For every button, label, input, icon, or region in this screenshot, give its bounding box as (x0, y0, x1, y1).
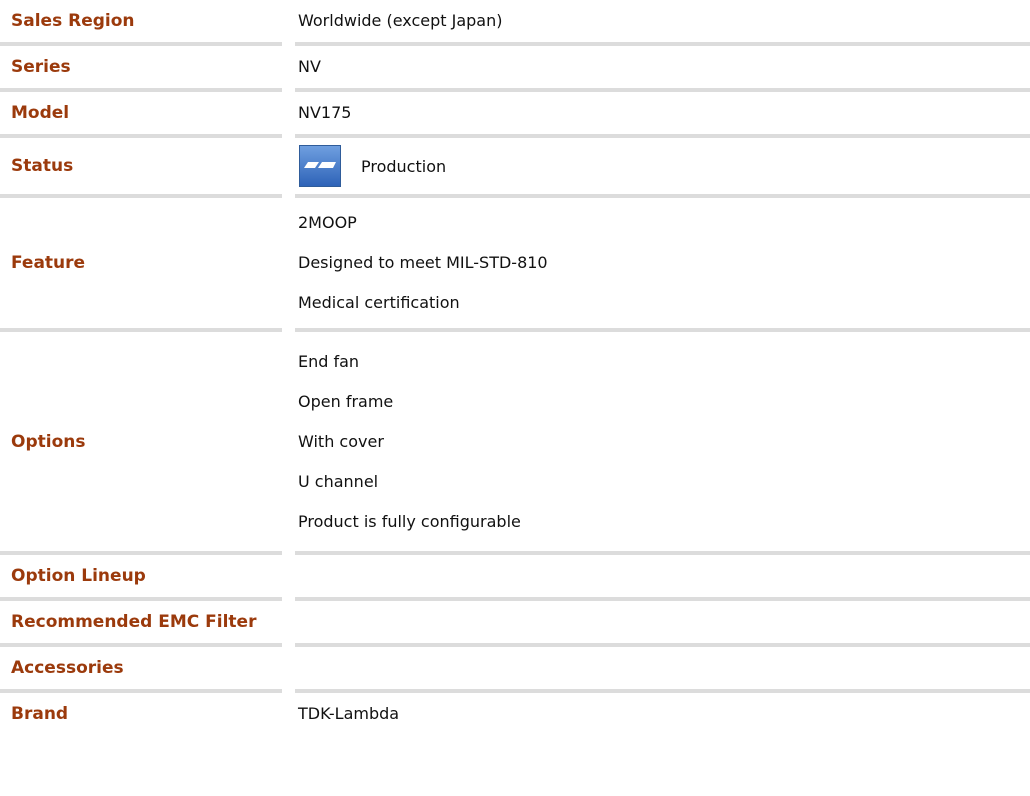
sales-region-label: Sales Region (11, 11, 135, 31)
option-item: End fan (298, 351, 360, 371)
row-option-lineup: Option Lineup (0, 555, 1030, 597)
status-text: Production (361, 156, 447, 176)
option-item: U channel (298, 471, 379, 491)
row-status: Status Production (0, 138, 1030, 194)
row-brand: Brand TDK-Lambda (0, 693, 1030, 735)
option-item: Open frame (298, 391, 394, 411)
row-feature: Feature 2MOOP Designed to meet MIL-STD-8… (0, 198, 1030, 328)
row-series: Series NV (0, 46, 1030, 88)
series-value: NV (290, 46, 1030, 88)
feature-item: 2MOOP (298, 213, 357, 232)
model-label: Model (11, 103, 70, 123)
option-item: With cover (298, 431, 384, 451)
series-text: NV (298, 57, 321, 76)
options-label: Options (11, 431, 86, 452)
recommended-emc-filter-label: Recommended EMC Filter (11, 612, 257, 632)
feature-list: 2MOOP Designed to meet MIL-STD-810 Medic… (290, 198, 1030, 328)
brand-label: Brand (11, 704, 69, 724)
options-list: End fan Open frame With cover U channel … (290, 332, 1030, 551)
accessories-value (290, 647, 1030, 689)
option-item: Product is fully configurable (298, 511, 521, 531)
model-value: NV175 (290, 92, 1030, 134)
feature-item: Designed to meet MIL-STD-810 (298, 253, 548, 272)
row-accessories: Accessories (0, 647, 1030, 689)
brand-text: TDK-Lambda (298, 704, 400, 723)
option-lineup-value (290, 555, 1030, 597)
series-label: Series (11, 57, 71, 77)
brand-value: TDK-Lambda (290, 693, 1030, 735)
production-status-icon (299, 145, 341, 187)
spec-table: Sales Region Worldwide (except Japan) Se… (0, 0, 1030, 735)
status-label: Status (11, 156, 74, 176)
row-options: Options End fan Open frame With cover U … (0, 332, 1030, 551)
status-value: Production (290, 138, 1030, 194)
model-text: NV175 (298, 103, 352, 122)
feature-item: Medical certification (298, 293, 460, 312)
sales-region-text: Worldwide (except Japan) (298, 11, 503, 30)
sales-region-value: Worldwide (except Japan) (290, 0, 1030, 42)
recommended-emc-filter-value (290, 601, 1030, 643)
row-model: Model NV175 (0, 92, 1030, 134)
accessories-label: Accessories (11, 658, 124, 678)
feature-label: Feature (11, 253, 86, 273)
row-recommended-emc-filter: Recommended EMC Filter (0, 601, 1030, 643)
option-lineup-label: Option Lineup (11, 566, 146, 586)
row-sales-region: Sales Region Worldwide (except Japan) (0, 0, 1030, 42)
